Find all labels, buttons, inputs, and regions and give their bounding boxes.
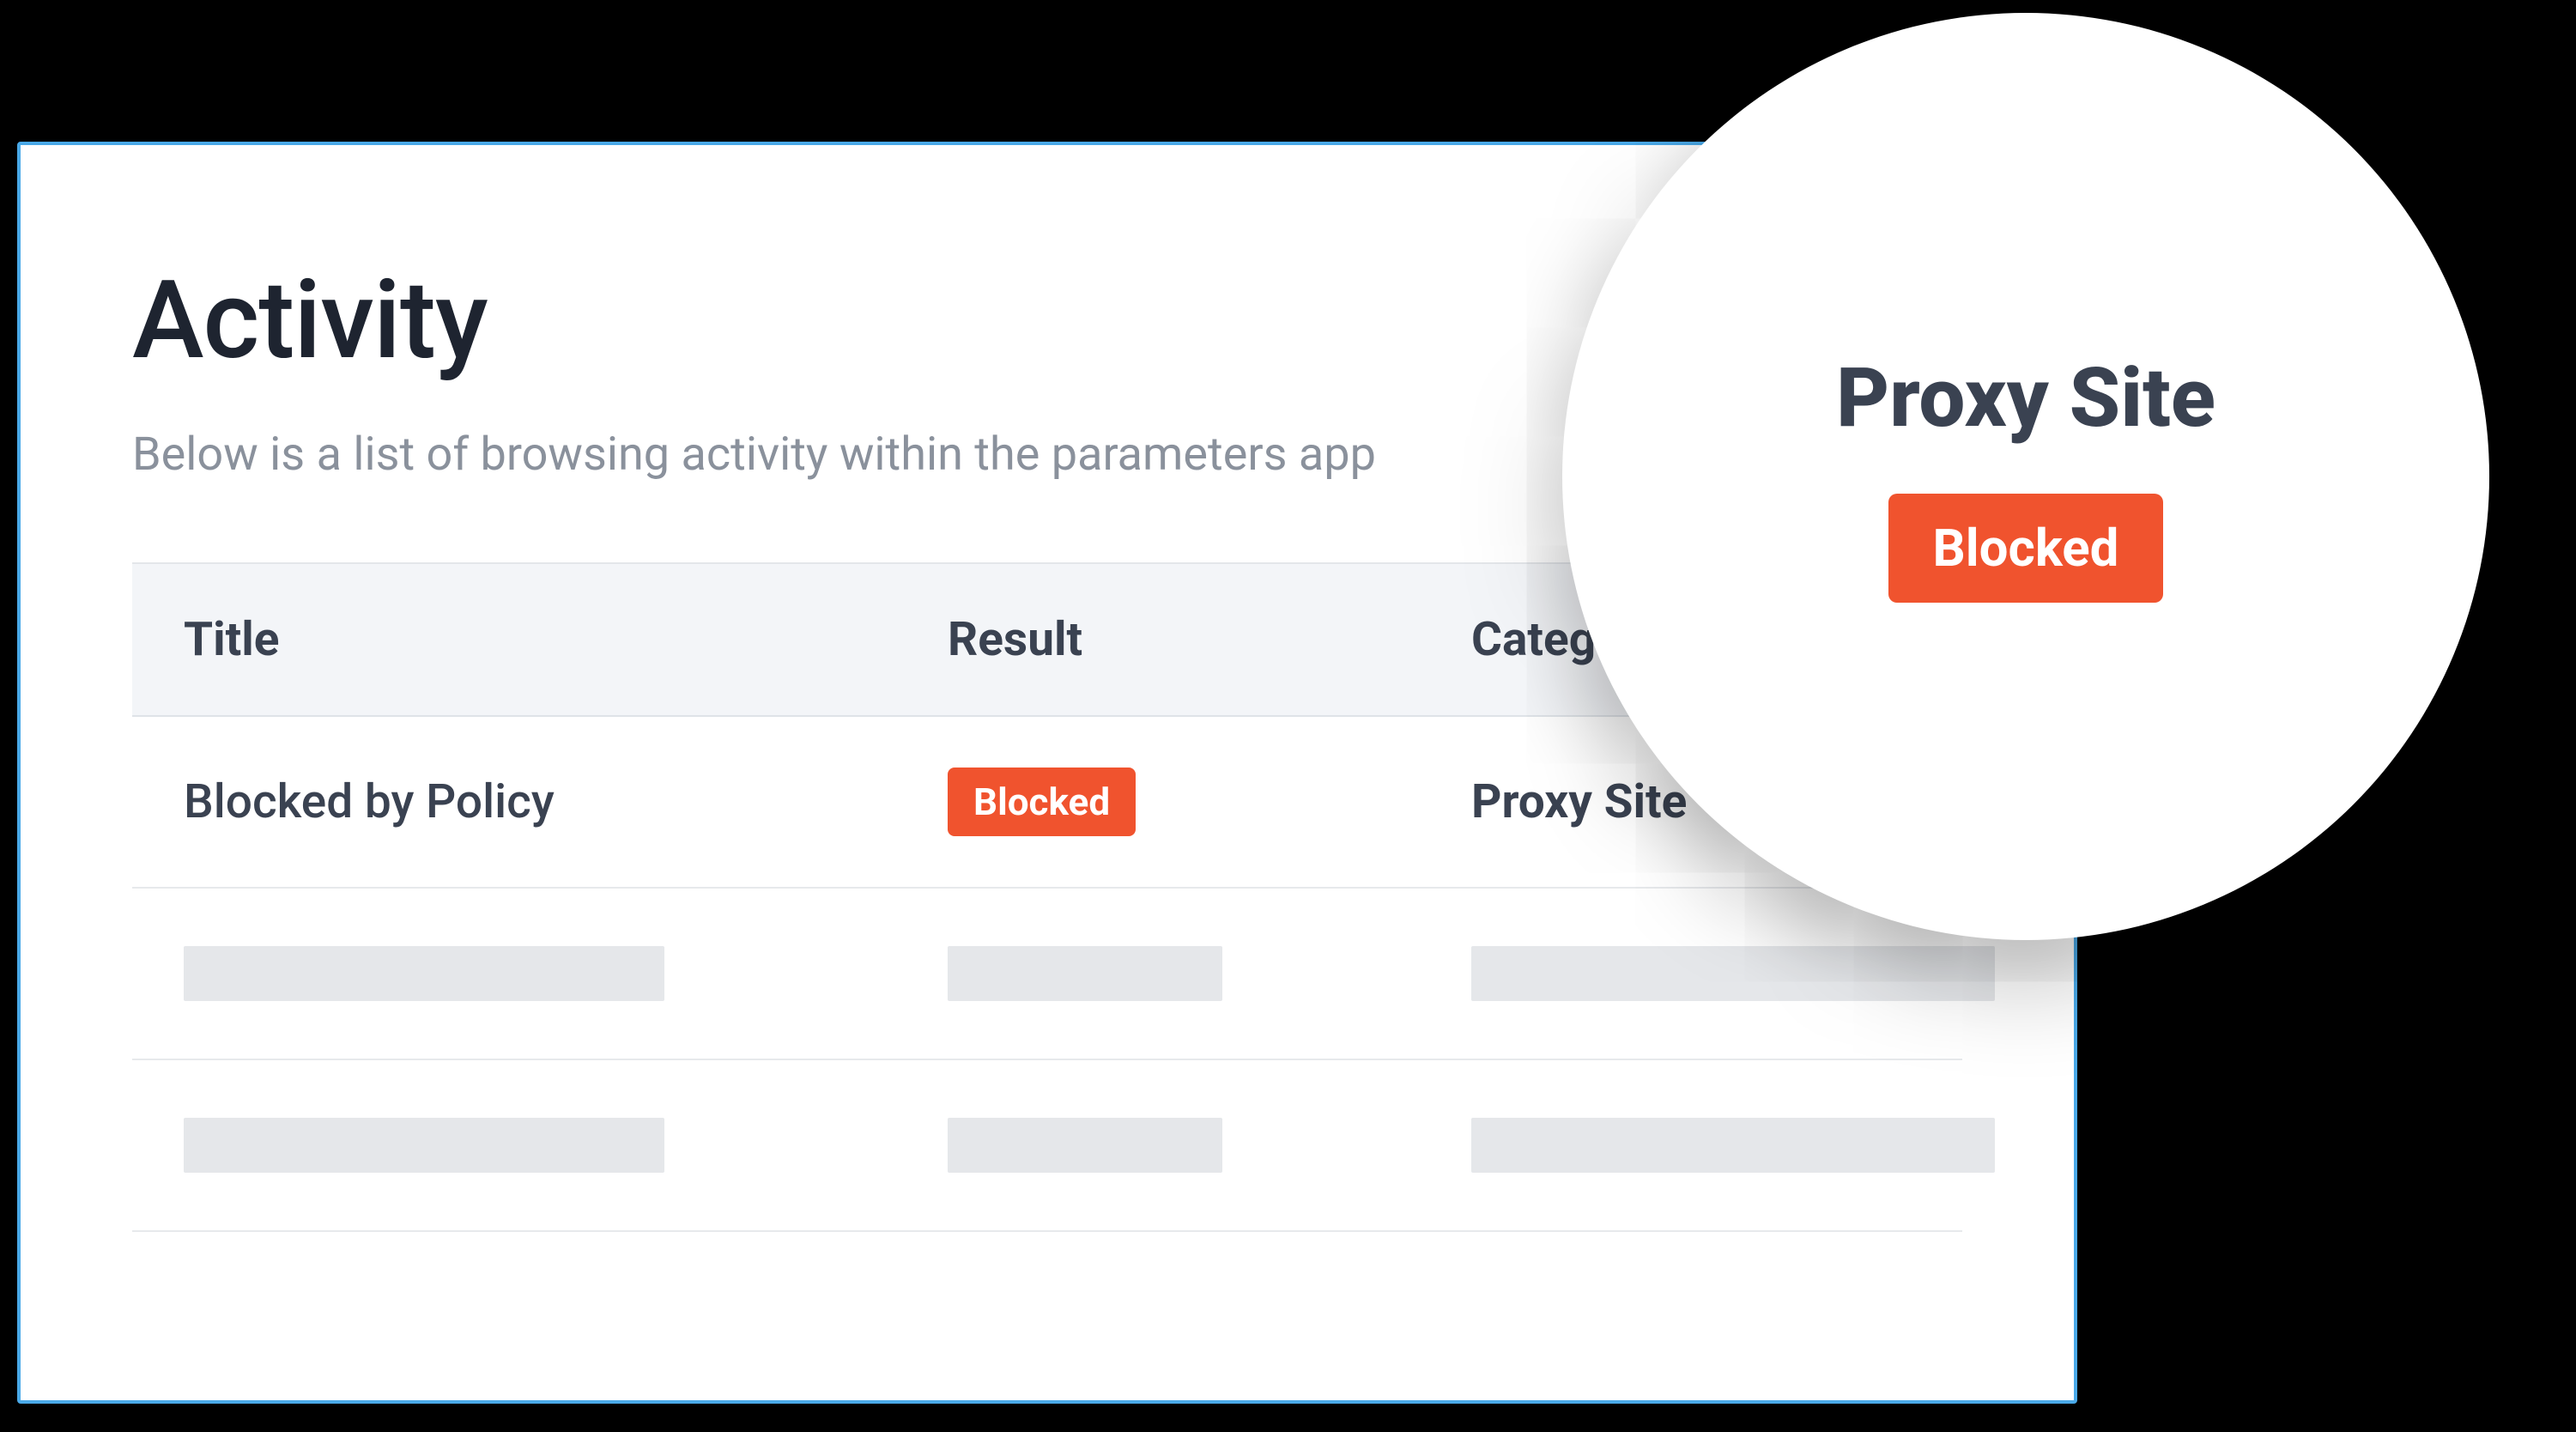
column-header-result[interactable]: Result — [948, 612, 1471, 667]
lens-category-label: Proxy Site — [1836, 350, 2215, 446]
skeleton-placeholder — [184, 946, 664, 1001]
table-row-skeleton — [132, 1060, 1962, 1232]
skeleton-placeholder — [184, 1118, 664, 1173]
skeleton-placeholder — [948, 946, 1222, 1001]
magnifier-lens: Proxy Site Blocked — [1562, 13, 2489, 940]
lens-status-badge: Blocked — [1888, 494, 2164, 603]
skeleton-placeholder — [1471, 1118, 1995, 1173]
cell-title: Blocked by Policy — [184, 774, 948, 829]
table-row-skeleton — [132, 889, 1962, 1060]
column-header-title[interactable]: Title — [184, 612, 948, 667]
skeleton-placeholder — [1471, 946, 1995, 1001]
status-badge: Blocked — [948, 768, 1136, 836]
cell-result: Blocked — [948, 768, 1471, 836]
skeleton-placeholder — [948, 1118, 1222, 1173]
